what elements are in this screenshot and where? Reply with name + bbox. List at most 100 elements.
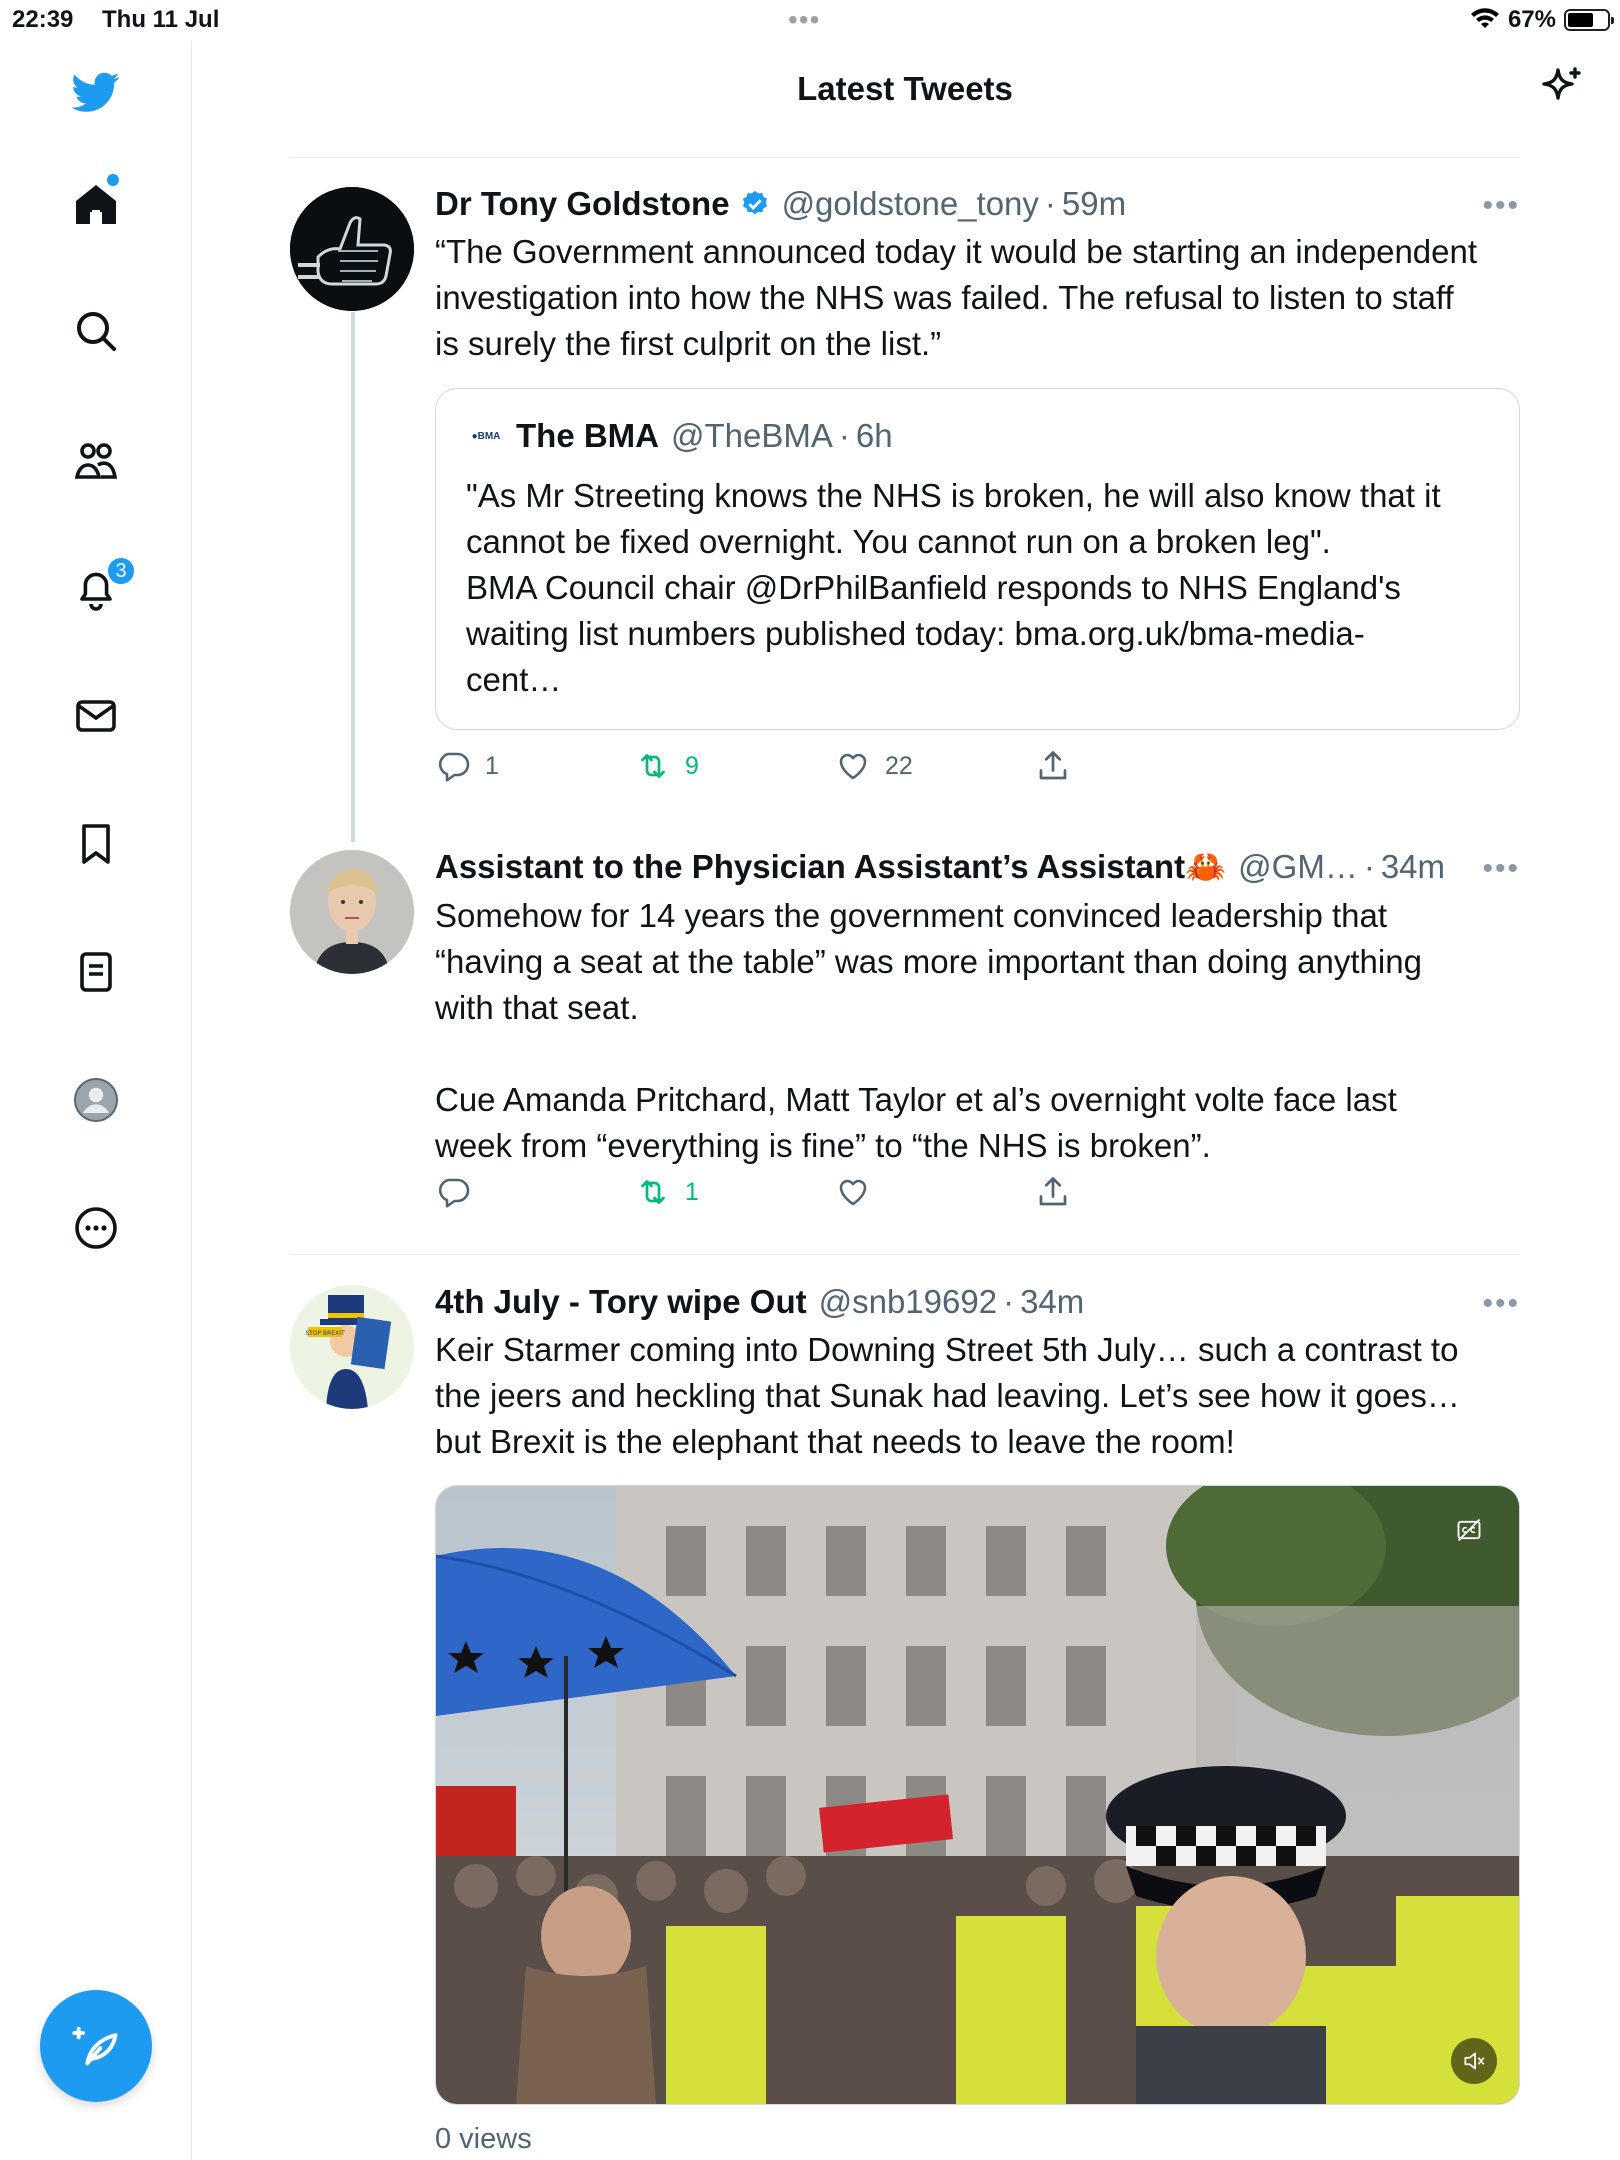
communities-icon <box>74 443 118 479</box>
sidebar-item-communities[interactable] <box>70 435 122 487</box>
retweet-icon <box>641 1180 665 1204</box>
quoted-author-name: The BMA <box>516 417 659 454</box>
like-button[interactable] <box>835 1174 885 1210</box>
retweet-count: 1 <box>685 1177 699 1206</box>
sparkle-icon[interactable] <box>1538 64 1586 112</box>
avatar[interactable] <box>290 850 414 974</box>
bookmark-icon <box>82 824 110 864</box>
bma-logo-icon: ● BMA <box>471 430 501 442</box>
retweet-button[interactable]: 9 <box>635 748 699 784</box>
tweet-text-line: but Brexit is the elephant that needs to… <box>435 1423 1235 1460</box>
heart-icon <box>839 1179 867 1206</box>
compose-tweet-button[interactable] <box>40 1990 152 2102</box>
quoted-tweet[interactable]: ● BMA The BMA @TheBMA · 6h "As Mr Streeti… <box>435 388 1520 730</box>
multitasking-dots-icon[interactable]: ••• <box>788 4 820 36</box>
more-options-icon[interactable]: ••• <box>1482 852 1520 886</box>
cartoon-avatar-image: STOP BREXIT <box>290 1285 414 1409</box>
retweet-button[interactable]: 1 <box>635 1174 699 1210</box>
sidebar-item-bookmarks[interactable] <box>70 818 122 870</box>
tweet-header: Assistant to the Physician Assistant’s A… <box>435 848 1520 887</box>
sidebar-item-lists[interactable] <box>70 946 122 998</box>
sidebar-item-profile[interactable] <box>70 1074 122 1126</box>
share-icon <box>1039 751 1067 780</box>
tweet-header: 4th July - Tory wipe Out @snb19692 · 34m <box>435 1283 1520 1321</box>
tweet-body: Dr Tony Goldstone @goldstone_tony · 59m … <box>435 185 1520 367</box>
tweet-time[interactable]: 59m <box>1062 185 1126 223</box>
list-icon <box>80 952 112 992</box>
more-circle-icon <box>75 1207 117 1249</box>
quoted-tweet-time: 6h <box>855 417 893 454</box>
tweet-text-line: Keir Starmer coming into Downing Street … <box>435 1331 1459 1368</box>
tweet-text: Somehow for 14 years the government conv… <box>435 893 1520 1169</box>
tweet-time[interactable]: 34m <box>1020 1283 1084 1321</box>
separator-dot: · <box>1363 848 1375 885</box>
like-button[interactable]: 22 <box>835 748 913 784</box>
reply-icon <box>438 752 470 782</box>
share-button[interactable] <box>1035 748 1071 784</box>
tweet-text: “The Government announced today it would… <box>435 229 1520 367</box>
reply-button[interactable] <box>435 1174 485 1210</box>
tweet-3[interactable]: STOP BREXIT 4th July - Tory wipe Out @sn… <box>290 1283 1520 2160</box>
avatar[interactable] <box>290 187 414 311</box>
status-time: 22:39 <box>12 6 74 33</box>
heart-icon <box>839 753 867 780</box>
battery-percent: 67% <box>1507 6 1556 33</box>
author-handle[interactable]: @snb19692 <box>819 1283 997 1321</box>
sidebar-item-messages[interactable] <box>70 690 122 742</box>
author-name[interactable]: Dr Tony Goldstone <box>435 185 730 223</box>
verified-badge-icon <box>742 190 767 215</box>
placard-text: STOP BREXIT <box>305 1330 345 1337</box>
tweet-text-line: is surely the first culprit on the list.… <box>435 325 942 362</box>
author-handle[interactable]: @goldstone_tony <box>782 185 1039 223</box>
author-name[interactable]: Assistant to the Physician Assistant’s A… <box>435 848 1226 887</box>
reply-icon <box>438 1178 470 1208</box>
more-options-icon[interactable]: ••• <box>1482 1287 1520 1321</box>
status-right: 67% <box>1470 6 1614 34</box>
share-button[interactable] <box>1035 1174 1071 1210</box>
avatar[interactable]: STOP BREXIT <box>290 1285 414 1409</box>
sidebar-item-more[interactable] <box>70 1202 122 1254</box>
tweet-divider <box>290 1254 1520 1255</box>
twitter-logo-icon[interactable] <box>70 66 122 118</box>
more-options-icon[interactable]: ••• <box>1482 189 1520 223</box>
retweet-icon <box>641 754 665 778</box>
tweet-1[interactable]: Dr Tony Goldstone @goldstone_tony · 59m … <box>290 185 1520 785</box>
quoted-text-line: "As Mr Streeting knows the NHS is broken… <box>466 477 1441 514</box>
mail-icon <box>76 700 116 732</box>
search-icon <box>77 312 116 351</box>
mute-button[interactable] <box>1451 2038 1497 2084</box>
tweet-header: Dr Tony Goldstone @goldstone_tony · 59m <box>435 185 1520 223</box>
compose-feather-icon <box>72 2026 118 2066</box>
retweet-count: 9 <box>685 751 699 780</box>
like-count: 22 <box>885 751 913 780</box>
wifi-icon <box>1470 8 1499 28</box>
status-bar: 22:39 Thu 11 Jul ••• 67% <box>0 0 1620 40</box>
video-thumbnail-crowd <box>436 1486 1519 2104</box>
tweet-body: 4th July - Tory wipe Out @snb19692 · 34m… <box>435 1283 1520 1465</box>
separator-dot: · <box>1044 185 1056 222</box>
quoted-text-line: BMA Council chair @DrPhilBanfield respon… <box>466 569 1401 606</box>
tweet-text-line: Somehow for 14 years the government conv… <box>435 897 1388 934</box>
separator-dot: · <box>838 417 850 454</box>
xray-thumbs-up-image <box>290 187 414 311</box>
tweet-video[interactable] <box>435 1485 1520 2105</box>
sidebar-item-search[interactable] <box>70 305 122 357</box>
quoted-tweet-text: "As Mr Streeting knows the NHS is broken… <box>466 473 1489 703</box>
tweet-text: Keir Starmer coming into Downing Street … <box>435 1327 1520 1465</box>
tweet-time[interactable]: 34m <box>1381 848 1445 886</box>
tweet-text-line <box>435 1031 1520 1077</box>
bma-logo-text: BMA <box>477 430 501 442</box>
tweet-2[interactable]: Assistant to the Physician Assistant’s A… <box>290 848 1520 1218</box>
reply-button[interactable]: 1 <box>435 748 499 784</box>
quoted-author-handle: @TheBMA <box>671 417 833 454</box>
author-handle[interactable]: @GM… <box>1238 848 1358 886</box>
profile-avatar-icon <box>74 1078 118 1122</box>
reply-count: 1 <box>485 751 499 780</box>
tweet-text-line: week from “everything is fine” to “the N… <box>435 1127 1211 1164</box>
author-name[interactable]: 4th July - Tory wipe Out <box>435 1283 807 1321</box>
view-count: 0 views <box>435 2123 532 2155</box>
captions-icon[interactable] <box>1455 1516 1483 1544</box>
tweet-text-line: with that seat. <box>435 989 639 1026</box>
tweet-body: Assistant to the Physician Assistant’s A… <box>435 848 1520 1169</box>
tweet-text-line: Cue Amanda Pritchard, Matt Taylor et al’… <box>435 1081 1397 1118</box>
